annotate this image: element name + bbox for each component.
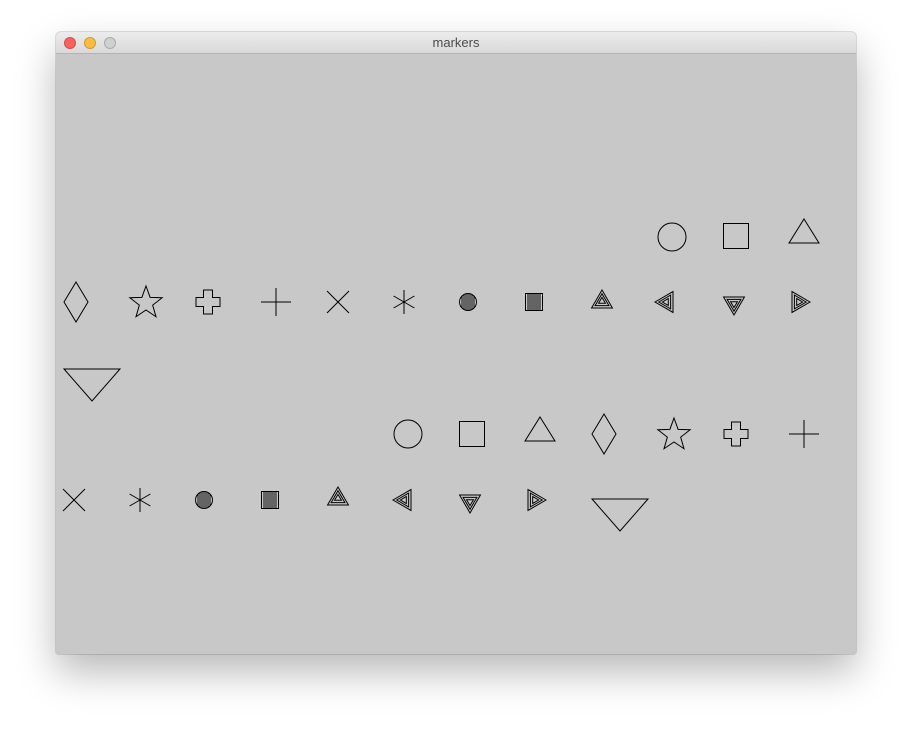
triangle-up-marker bbox=[788, 218, 820, 244]
concentric-triangle-up-marker bbox=[590, 289, 614, 309]
concentric-triangle-left-marker bbox=[654, 290, 674, 314]
concentric-triangle-right-marker bbox=[527, 488, 547, 512]
marker-sequence-1 bbox=[62, 218, 820, 402]
concentric-triangle-left-marker bbox=[392, 488, 412, 512]
concentric-triangle-right-marker bbox=[791, 290, 811, 314]
concentric-triangle-down-marker bbox=[458, 494, 482, 514]
concentric-triangle-up-marker bbox=[326, 486, 350, 506]
plus-marker bbox=[789, 420, 819, 448]
title-bar[interactable]: markers bbox=[56, 32, 856, 54]
markers-svg bbox=[62, 218, 820, 532]
asterisk-marker bbox=[129, 488, 151, 512]
marker-canvas bbox=[56, 54, 856, 654]
concentric-triangle-down-marker bbox=[722, 296, 746, 316]
triangle-up-marker bbox=[524, 416, 556, 442]
square-marker bbox=[459, 421, 485, 447]
circle-marker bbox=[393, 419, 423, 449]
hatched-circle-marker bbox=[195, 491, 213, 509]
marker-sequence-2 bbox=[62, 413, 819, 532]
star-marker bbox=[656, 416, 692, 450]
diamond-marker bbox=[63, 281, 89, 323]
circle-marker bbox=[657, 222, 687, 252]
cross-marker bbox=[723, 421, 749, 447]
cross-marker bbox=[195, 289, 221, 315]
x-marker bbox=[62, 488, 86, 512]
hatched-square-marker bbox=[261, 491, 279, 509]
asterisk-marker bbox=[393, 290, 415, 314]
square-marker bbox=[723, 223, 749, 249]
star-marker bbox=[128, 284, 164, 318]
diamond-marker bbox=[591, 413, 617, 455]
plus-marker bbox=[261, 288, 291, 316]
triangle-down-marker bbox=[62, 368, 122, 402]
window-title: markers bbox=[432, 35, 480, 50]
hatched-circle-marker bbox=[459, 293, 477, 311]
hatched-square-marker bbox=[525, 293, 543, 311]
triangle-down-marker bbox=[590, 498, 650, 532]
x-marker bbox=[326, 290, 350, 314]
app-window: markers bbox=[56, 32, 856, 654]
